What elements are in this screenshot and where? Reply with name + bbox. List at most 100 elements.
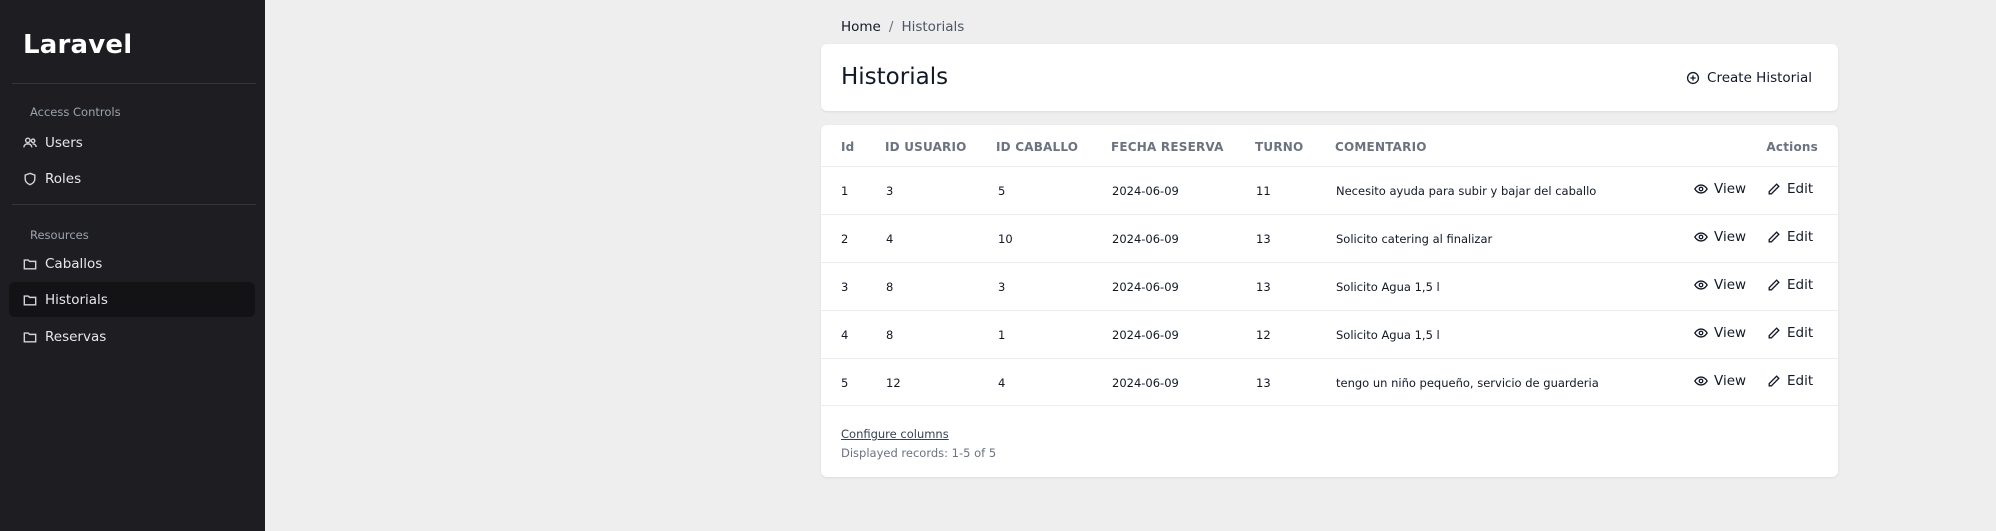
cell-turno: 13 xyxy=(1256,376,1271,390)
cell-id-usuario: 12 xyxy=(886,376,901,390)
table-row: 1 3 5 2024-06-09 11 Necesito ayuda para … xyxy=(821,166,1838,214)
eye-icon xyxy=(1694,328,1708,338)
view-label: View xyxy=(1714,277,1747,293)
edit-button[interactable]: Edit xyxy=(1767,181,1813,197)
table-row: 4 8 1 2024-06-09 12 Solicito Agua 1,5 l … xyxy=(821,310,1838,358)
view-label: View xyxy=(1714,181,1747,197)
column-header-actions: Actions xyxy=(1766,140,1818,154)
breadcrumb-separator: / xyxy=(888,19,894,35)
edit-label: Edit xyxy=(1787,373,1814,389)
view-label: View xyxy=(1714,325,1747,341)
breadcrumb: Home / Historials xyxy=(841,19,964,35)
section-label-access-controls: Access Controls xyxy=(30,105,121,119)
cell-comentario: Solicito Agua 1,5 l xyxy=(1336,328,1440,342)
pencil-icon xyxy=(1768,375,1780,387)
brand-logo[interactable]: Laravel xyxy=(23,30,132,60)
sidebar-item-label: Historials xyxy=(45,291,108,308)
pencil-icon xyxy=(1768,327,1780,339)
section-label-resources: Resources xyxy=(30,228,89,242)
column-header-id-caballo[interactable]: ID CABALLO xyxy=(996,140,1078,154)
cell-id: 4 xyxy=(841,328,849,342)
column-header-fecha-reserva[interactable]: FECHA RESERVA xyxy=(1111,140,1224,154)
cell-id: 1 xyxy=(841,184,849,198)
view-label: View xyxy=(1714,373,1747,389)
view-button[interactable]: View xyxy=(1694,181,1746,197)
breadcrumb-home-link[interactable]: Home xyxy=(841,19,881,35)
cell-id-usuario: 8 xyxy=(886,328,894,342)
edit-label: Edit xyxy=(1787,181,1814,197)
eye-icon xyxy=(1694,184,1708,194)
cell-turno: 13 xyxy=(1256,232,1271,246)
edit-button[interactable]: Edit xyxy=(1767,277,1813,293)
sidebar-divider xyxy=(12,204,256,205)
table-row: 3 8 3 2024-06-09 13 Solicito Agua 1,5 l … xyxy=(821,262,1838,310)
sidebar-item-caballos[interactable]: Caballos xyxy=(9,246,255,281)
sidebar-item-label: Reservas xyxy=(45,328,107,345)
cell-id-caballo: 5 xyxy=(998,184,1006,198)
column-header-turno[interactable]: TURNO xyxy=(1255,140,1303,154)
cell-fecha-reserva: 2024-06-09 xyxy=(1112,376,1179,390)
cell-turno: 13 xyxy=(1256,280,1271,294)
eye-icon xyxy=(1694,232,1708,242)
shield-icon xyxy=(23,172,37,186)
eye-icon xyxy=(1694,280,1708,290)
cell-id-usuario: 4 xyxy=(886,232,894,246)
view-button[interactable]: View xyxy=(1694,277,1746,293)
eye-icon xyxy=(1694,376,1708,386)
edit-label: Edit xyxy=(1787,229,1814,245)
table-row: 5 12 4 2024-06-09 13 tengo un niño peque… xyxy=(821,358,1838,406)
table-row: 2 4 10 2024-06-09 13 Solicito catering a… xyxy=(821,214,1838,262)
sidebar-item-reservas[interactable]: Reservas xyxy=(9,319,255,354)
edit-label: Edit xyxy=(1787,277,1814,293)
cell-fecha-reserva: 2024-06-09 xyxy=(1112,280,1179,294)
view-label: View xyxy=(1714,229,1747,245)
cell-comentario: Solicito Agua 1,5 l xyxy=(1336,280,1440,294)
pencil-icon xyxy=(1768,279,1780,291)
cell-turno: 12 xyxy=(1256,328,1271,342)
pencil-icon xyxy=(1768,183,1780,195)
column-header-id-usuario[interactable]: ID USUARIO xyxy=(885,140,967,154)
cell-id: 5 xyxy=(841,376,849,390)
sidebar-item-historials[interactable]: Historials xyxy=(9,282,255,317)
cell-id-caballo: 10 xyxy=(998,232,1013,246)
cell-id-usuario: 3 xyxy=(886,184,894,198)
sidebar-item-label: Roles xyxy=(45,170,82,187)
cell-id-caballo: 4 xyxy=(998,376,1006,390)
folder-icon xyxy=(23,330,37,344)
view-button[interactable]: View xyxy=(1694,373,1746,389)
sidebar-item-label: Users xyxy=(45,134,83,151)
historials-table: Id ID USUARIO ID CABALLO FECHA RESERVA T… xyxy=(821,125,1838,477)
create-button-label: Create Historial xyxy=(1707,70,1812,86)
cell-comentario: Necesito ayuda para subir y bajar del ca… xyxy=(1336,184,1597,198)
sidebar-item-users[interactable]: Users xyxy=(9,125,255,160)
configure-columns-link[interactable]: Configure columns xyxy=(841,427,949,441)
column-header-id[interactable]: Id xyxy=(841,140,854,154)
sidebar-item-roles[interactable]: Roles xyxy=(9,161,255,196)
cell-fecha-reserva: 2024-06-09 xyxy=(1112,232,1179,246)
plus-circle-icon xyxy=(1686,71,1700,85)
breadcrumb-current: Historials xyxy=(901,19,965,35)
folder-icon xyxy=(23,257,37,271)
cell-fecha-reserva: 2024-06-09 xyxy=(1112,328,1179,342)
sidebar-item-label: Caballos xyxy=(45,255,103,272)
folder-icon xyxy=(23,293,37,307)
sidebar: Laravel Access Controls Users Roles Reso… xyxy=(0,0,265,531)
sidebar-divider xyxy=(12,83,256,84)
users-icon xyxy=(23,136,37,150)
cell-id-caballo: 1 xyxy=(998,328,1006,342)
view-button[interactable]: View xyxy=(1694,325,1746,341)
edit-button[interactable]: Edit xyxy=(1767,229,1813,245)
view-button[interactable]: View xyxy=(1694,229,1746,245)
cell-fecha-reserva: 2024-06-09 xyxy=(1112,184,1179,198)
page-title: Historials xyxy=(841,64,949,90)
displayed-records-text: Displayed records: 1-5 of 5 xyxy=(841,446,997,460)
column-header-comentario[interactable]: COMENTARIO xyxy=(1335,140,1427,154)
cell-id-usuario: 8 xyxy=(886,280,894,294)
edit-button[interactable]: Edit xyxy=(1767,325,1813,341)
edit-button[interactable]: Edit xyxy=(1767,373,1813,389)
cell-turno: 11 xyxy=(1256,184,1271,198)
cell-id: 3 xyxy=(841,280,849,294)
pencil-icon xyxy=(1768,231,1780,243)
edit-label: Edit xyxy=(1787,325,1814,341)
create-historial-button[interactable]: Create Historial xyxy=(1686,66,1812,90)
